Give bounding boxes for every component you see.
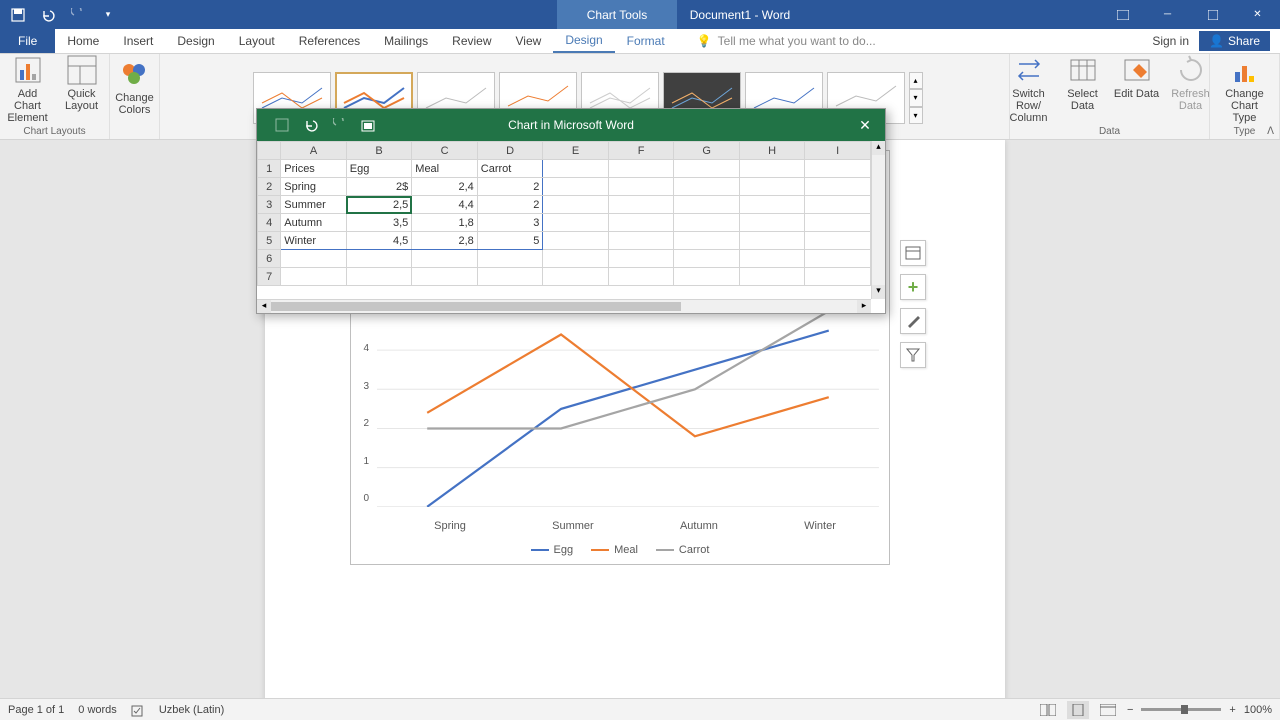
scroll-left-icon[interactable]: ◂ xyxy=(257,300,271,313)
ribbon-tabs: File Home Insert Design Layout Reference… xyxy=(0,29,1280,54)
share-button[interactable]: 👤 Share xyxy=(1199,31,1270,51)
change-chart-type-button[interactable]: Change Chart Type xyxy=(1221,54,1269,124)
gallery-more-icon[interactable]: ▾ xyxy=(909,107,923,124)
tab-layout[interactable]: Layout xyxy=(227,29,287,53)
refresh-data-button[interactable]: Refresh Data xyxy=(1167,54,1215,112)
layout-options-icon[interactable] xyxy=(900,240,926,266)
tab-design[interactable]: Design xyxy=(165,29,226,53)
add-chart-element-button[interactable]: Add Chart Element xyxy=(4,54,52,124)
change-colors-button[interactable]: Change Colors xyxy=(111,58,159,116)
tab-home[interactable]: Home xyxy=(55,29,111,53)
excel-grid[interactable]: ABCDEFGHI1PricesEggMealCarrot2Spring2$2,… xyxy=(257,141,871,286)
excel-vertical-scrollbar[interactable]: ▴ ▾ xyxy=(871,141,885,299)
zoom-level[interactable]: 100% xyxy=(1244,704,1272,716)
select-data-button[interactable]: Select Data xyxy=(1059,54,1107,112)
chart-x-axis: SpringSummerAutumnWinter xyxy=(391,520,879,532)
bulb-icon: 💡 xyxy=(697,34,712,48)
share-icon: 👤 xyxy=(1209,34,1224,48)
sign-in-link[interactable]: Sign in xyxy=(1152,34,1189,48)
excel-open-icon[interactable] xyxy=(361,118,375,132)
zoom-out-icon[interactable]: − xyxy=(1127,704,1133,716)
excel-close-icon[interactable]: ✕ xyxy=(845,109,885,141)
redo-icon[interactable] xyxy=(70,7,86,23)
gallery-scroll-down-icon[interactable]: ▾ xyxy=(909,89,923,106)
tab-mailings[interactable]: Mailings xyxy=(372,29,440,53)
scroll-up-icon[interactable]: ▴ xyxy=(872,141,885,155)
scroll-down-icon[interactable]: ▾ xyxy=(872,285,885,299)
save-icon[interactable] xyxy=(10,7,26,23)
quick-layout-button[interactable]: Quick Layout xyxy=(58,54,106,112)
maximize-icon[interactable] xyxy=(1190,0,1235,29)
ribbon-display-icon[interactable] xyxy=(1100,0,1145,29)
spellcheck-icon[interactable] xyxy=(131,703,145,717)
excel-horizontal-scrollbar[interactable]: ◂ ▸ xyxy=(257,299,871,313)
web-layout-icon[interactable] xyxy=(1097,701,1119,719)
undo-icon[interactable] xyxy=(40,7,56,23)
chart-legend: EggMealCarrot xyxy=(351,544,889,556)
scroll-right-icon[interactable]: ▸ xyxy=(857,300,871,313)
qat-more-icon[interactable]: ▾ xyxy=(100,7,116,23)
group-label-data: Data xyxy=(1099,126,1120,137)
status-page[interactable]: Page 1 of 1 xyxy=(8,704,64,716)
print-layout-icon[interactable] xyxy=(1067,701,1089,719)
chart-y-axis: 543210 xyxy=(353,306,369,504)
excel-window-title: Chart in Microsoft Word xyxy=(508,118,634,132)
tab-chart-design[interactable]: Design xyxy=(553,29,614,53)
tell-me-search[interactable]: 💡 Tell me what you want to do... xyxy=(697,29,876,53)
collapse-ribbon-icon[interactable]: ᐱ xyxy=(1267,126,1274,137)
excel-undo-icon[interactable] xyxy=(303,118,319,132)
tab-references[interactable]: References xyxy=(287,29,372,53)
status-language[interactable]: Uzbek (Latin) xyxy=(159,704,224,716)
switch-row-column-button[interactable]: Switch Row/ Column xyxy=(1005,54,1053,124)
tab-review[interactable]: Review xyxy=(440,29,503,53)
chart-elements-icon[interactable]: + xyxy=(900,274,926,300)
title-bar: ▾ Document1 - Word Chart Tools ─ ✕ xyxy=(0,0,1280,29)
chart-filters-icon[interactable] xyxy=(900,342,926,368)
tab-insert[interactable]: Insert xyxy=(111,29,165,53)
minimize-icon[interactable]: ─ xyxy=(1145,0,1190,29)
zoom-slider[interactable] xyxy=(1141,708,1221,711)
excel-redo-icon[interactable] xyxy=(333,118,347,132)
read-mode-icon[interactable] xyxy=(1037,701,1059,719)
document-title: Document1 - Word xyxy=(690,8,790,22)
tab-view[interactable]: View xyxy=(504,29,554,53)
tab-chart-format[interactable]: Format xyxy=(615,29,677,53)
group-label-type: Type xyxy=(1234,126,1256,137)
edit-data-button[interactable]: Edit Data xyxy=(1113,54,1161,100)
status-words[interactable]: 0 words xyxy=(78,704,117,716)
gallery-scroll-up-icon[interactable]: ▴ xyxy=(909,72,923,89)
close-icon[interactable]: ✕ xyxy=(1235,0,1280,29)
excel-data-window: Chart in Microsoft Word ✕ ABCDEFGHI1Pric… xyxy=(256,108,886,314)
chart-plot-area xyxy=(377,311,879,507)
chart-styles-icon[interactable] xyxy=(900,308,926,334)
zoom-in-icon[interactable]: + xyxy=(1229,704,1235,716)
tab-file[interactable]: File xyxy=(0,29,55,53)
excel-save-icon[interactable] xyxy=(275,118,289,132)
status-bar: Page 1 of 1 0 words Uzbek (Latin) − + 10… xyxy=(0,698,1280,720)
group-label-layouts: Chart Layouts xyxy=(23,126,85,137)
chart-tools-label: Chart Tools xyxy=(557,0,677,29)
